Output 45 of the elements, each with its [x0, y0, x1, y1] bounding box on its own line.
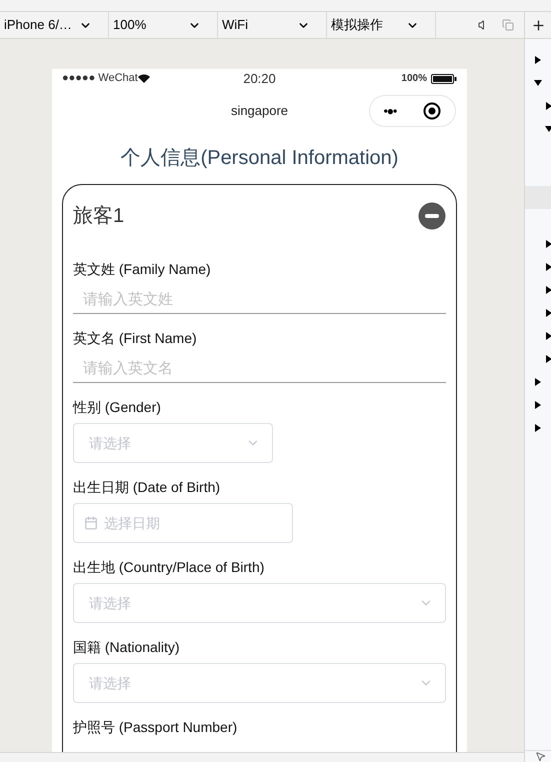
field-label: 英文名 (First Name): [73, 329, 198, 348]
field-label: 国籍 (Nationality): [73, 638, 181, 657]
plus-icon[interactable]: [530, 18, 546, 32]
toolbar-dropdown[interactable]: 100%: [109, 12, 218, 38]
pointer-icon[interactable]: [535, 751, 546, 762]
select-placeholder: 请选择: [89, 594, 131, 612]
calendar-icon: [84, 516, 98, 530]
collapsed-arrow-icon[interactable]: [534, 424, 542, 432]
expanded-arrow-icon[interactable]: [534, 78, 542, 86]
passenger-title: 旅客1: [73, 204, 124, 229]
text-field[interactable]: 请输入英文姓: [73, 285, 446, 314]
toolbar-dropdown[interactable]: iPhone 6/…: [0, 12, 109, 38]
carrier-text: ●●●●● WeChat: [62, 71, 138, 86]
record-icon[interactable]: [423, 102, 442, 120]
field-label: 出生日期 (Date of Birth): [73, 478, 222, 497]
collapsed-arrow-icon[interactable]: [545, 354, 551, 362]
remove-icon[interactable]: [418, 202, 446, 230]
more-icon[interactable]: •●•: [384, 102, 396, 120]
toolbar-dropdown[interactable]: 模拟操作: [327, 12, 436, 38]
collapsed-arrow-icon[interactable]: [534, 378, 542, 386]
collapsed-arrow-icon[interactable]: [545, 240, 551, 248]
field-label: 性别 (Gender): [73, 398, 162, 417]
collapsed-arrow-icon[interactable]: [545, 332, 551, 340]
battery-text: 100%: [401, 72, 427, 86]
collapsed-arrow-icon[interactable]: [534, 56, 542, 64]
capsule-menu[interactable]: •●•: [369, 95, 456, 127]
select-placeholder: 请选择: [89, 674, 131, 692]
nav-title: singapore: [230, 102, 288, 120]
page-title: 个人信息(Personal Information): [120, 146, 400, 171]
collapsed-arrow-icon[interactable]: [534, 400, 542, 408]
toolbar-dropdown[interactable]: WiFi: [218, 12, 327, 38]
field-label: 出生地 (Country/Place of Birth): [73, 558, 266, 577]
time-text: 20:20: [243, 70, 276, 88]
select-placeholder: 请选择: [89, 434, 131, 452]
collapsed-arrow-icon[interactable]: [545, 262, 551, 270]
collapsed-arrow-icon[interactable]: [545, 102, 551, 110]
collapsed-arrow-icon[interactable]: [545, 286, 551, 294]
wifi-icon: [138, 74, 150, 83]
text-field[interactable]: 请输入英文名: [73, 354, 446, 383]
date-placeholder: 选择日期: [104, 514, 160, 532]
collapsed-arrow-icon[interactable]: [545, 308, 551, 316]
field-label: 英文姓 (Family Name): [73, 260, 212, 279]
battery-icon: [430, 74, 457, 84]
field-label: 护照号 (Passport Number): [73, 718, 238, 737]
expanded-arrow-icon[interactable]: [545, 124, 551, 132]
